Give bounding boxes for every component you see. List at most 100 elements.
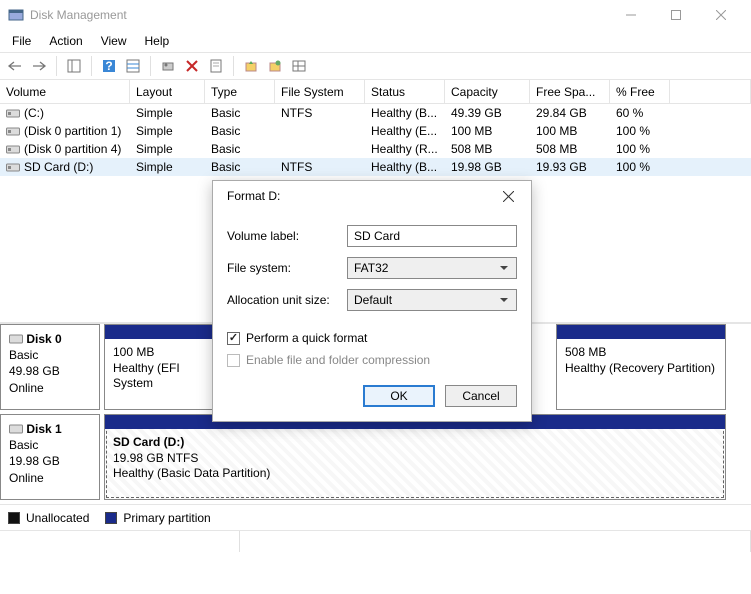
partition[interactable]: SD Card (D:) 19.98 GB NTFSHealthy (Basic … — [104, 414, 726, 500]
svg-text:?: ? — [105, 59, 112, 73]
menu-view[interactable]: View — [93, 32, 135, 50]
col-filesystem[interactable]: File System — [275, 80, 365, 103]
compression-label: Enable file and folder compression — [246, 353, 430, 367]
cell-free: 508 MB — [530, 142, 610, 156]
maximize-button[interactable] — [653, 1, 698, 29]
partition-line1: 100 MB — [113, 345, 154, 359]
cell-free: 19.93 GB — [530, 160, 610, 174]
cell-capacity: 49.39 GB — [445, 106, 530, 120]
cell-layout: Simple — [130, 160, 205, 174]
action2-icon[interactable] — [264, 55, 286, 77]
cell-layout: Simple — [130, 142, 205, 156]
menu-file[interactable]: File — [4, 32, 39, 50]
cell-fs: NTFS — [275, 160, 365, 174]
cell-volume: (Disk 0 partition 4) — [24, 142, 121, 156]
compression-checkbox — [227, 354, 240, 367]
cell-layout: Simple — [130, 124, 205, 138]
legend-primary: Primary partition — [105, 511, 210, 525]
compression-row: Enable file and folder compression — [227, 349, 517, 371]
settings-icon[interactable] — [122, 55, 144, 77]
cell-capacity: 508 MB — [445, 142, 530, 156]
table-row[interactable]: (C:)SimpleBasicNTFSHealthy (B...49.39 GB… — [0, 104, 751, 122]
cell-free: 29.84 GB — [530, 106, 610, 120]
app-icon — [8, 7, 24, 23]
swatch-primary-icon — [105, 512, 117, 524]
cell-type: Basic — [205, 106, 275, 120]
toolbar: ? — [0, 52, 751, 80]
swatch-unallocated-icon — [8, 512, 20, 524]
properties-icon[interactable] — [205, 55, 227, 77]
col-status[interactable]: Status — [365, 80, 445, 103]
allocation-unit-select[interactable]: Default — [347, 289, 517, 311]
partition-line2: Healthy (Basic Data Partition) — [113, 466, 270, 480]
cell-status: Healthy (R... — [365, 142, 445, 156]
cell-volume: (Disk 0 partition 1) — [24, 124, 121, 138]
label-filesystem: File system: — [227, 261, 347, 275]
cell-status: Healthy (E... — [365, 124, 445, 138]
quick-format-checkbox[interactable] — [227, 332, 240, 345]
cancel-button[interactable]: Cancel — [445, 385, 517, 407]
delete-icon[interactable] — [181, 55, 203, 77]
cell-layout: Simple — [130, 106, 205, 120]
volume-label-input[interactable] — [347, 225, 517, 247]
col-layout[interactable]: Layout — [130, 80, 205, 103]
filesystem-select[interactable]: FAT32 — [347, 257, 517, 279]
table-row[interactable]: (Disk 0 partition 4) SimpleBasic Healthy (… — [0, 140, 751, 158]
partition-line2: Healthy (EFI System — [113, 361, 180, 391]
cell-status: Healthy (B... — [365, 160, 445, 174]
table-row[interactable]: SD Card (D:) SimpleBasicNTFSHealthy (B...… — [0, 158, 751, 176]
cell-type: Basic — [205, 142, 275, 156]
partition[interactable]: 508 MBHealthy (Recovery Partition) — [556, 324, 726, 410]
titlebar: Disk Management — [0, 0, 751, 30]
col-capacity[interactable]: Capacity — [445, 80, 530, 103]
disk-label[interactable]: Disk 0Basic49.98 GBOnline — [0, 324, 100, 410]
cell-capacity: 100 MB — [445, 124, 530, 138]
cell-pctfree: 100 % — [610, 160, 670, 174]
close-button[interactable] — [698, 1, 743, 29]
partition-line1: 19.98 GB NTFS — [113, 451, 198, 465]
action3-icon[interactable] — [288, 55, 310, 77]
forward-button[interactable] — [28, 55, 50, 77]
quick-format-row[interactable]: Perform a quick format — [227, 327, 517, 349]
cell-type: Basic — [205, 160, 275, 174]
label-allocation-unit: Allocation unit size: — [227, 293, 347, 307]
col-pctfree[interactable]: % Free — [610, 80, 670, 103]
back-button[interactable] — [4, 55, 26, 77]
cell-type: Basic — [205, 124, 275, 138]
partition-title: SD Card (D:) — [113, 435, 184, 449]
cell-pctfree: 100 % — [610, 124, 670, 138]
format-dialog: Format D: Volume label: File system: FAT… — [212, 180, 532, 422]
col-type[interactable]: Type — [205, 80, 275, 103]
legend-unallocated: Unallocated — [8, 511, 89, 525]
dialog-title: Format D: — [227, 189, 493, 203]
disk-row: Disk 1Basic19.98 GBOnline SD Card (D:) 19.… — [0, 414, 751, 504]
disk-label[interactable]: Disk 1Basic19.98 GBOnline — [0, 414, 100, 500]
col-freespace[interactable]: Free Spa... — [530, 80, 610, 103]
cell-volume: (C:) — [24, 106, 44, 120]
window-title: Disk Management — [30, 8, 127, 22]
menubar: File Action View Help — [0, 30, 751, 52]
cell-fs: NTFS — [275, 106, 365, 120]
volume-table-header: Volume Layout Type File System Status Ca… — [0, 80, 751, 104]
legend: Unallocated Primary partition — [0, 504, 751, 530]
minimize-button[interactable] — [608, 1, 653, 29]
cell-capacity: 19.98 GB — [445, 160, 530, 174]
menu-help[interactable]: Help — [137, 32, 178, 50]
table-row[interactable]: (Disk 0 partition 1) SimpleBasic Healthy (… — [0, 122, 751, 140]
col-end — [670, 80, 751, 103]
quick-format-label: Perform a quick format — [246, 331, 367, 345]
partition[interactable]: 100 MB Healthy (EFI System — [104, 324, 214, 410]
help-icon[interactable]: ? — [98, 55, 120, 77]
cell-free: 100 MB — [530, 124, 610, 138]
dialog-close-button[interactable] — [493, 184, 523, 208]
action1-icon[interactable] — [240, 55, 262, 77]
ok-button[interactable]: OK — [363, 385, 435, 407]
cell-pctfree: 100 % — [610, 142, 670, 156]
menu-action[interactable]: Action — [41, 32, 90, 50]
cell-volume: SD Card (D:) — [24, 160, 93, 174]
label-volume-label: Volume label: — [227, 229, 347, 243]
refresh-icon[interactable] — [157, 55, 179, 77]
partition-line2: Healthy (Recovery Partition) — [565, 361, 715, 375]
show-hide-button[interactable] — [63, 55, 85, 77]
col-volume[interactable]: Volume — [0, 80, 130, 103]
